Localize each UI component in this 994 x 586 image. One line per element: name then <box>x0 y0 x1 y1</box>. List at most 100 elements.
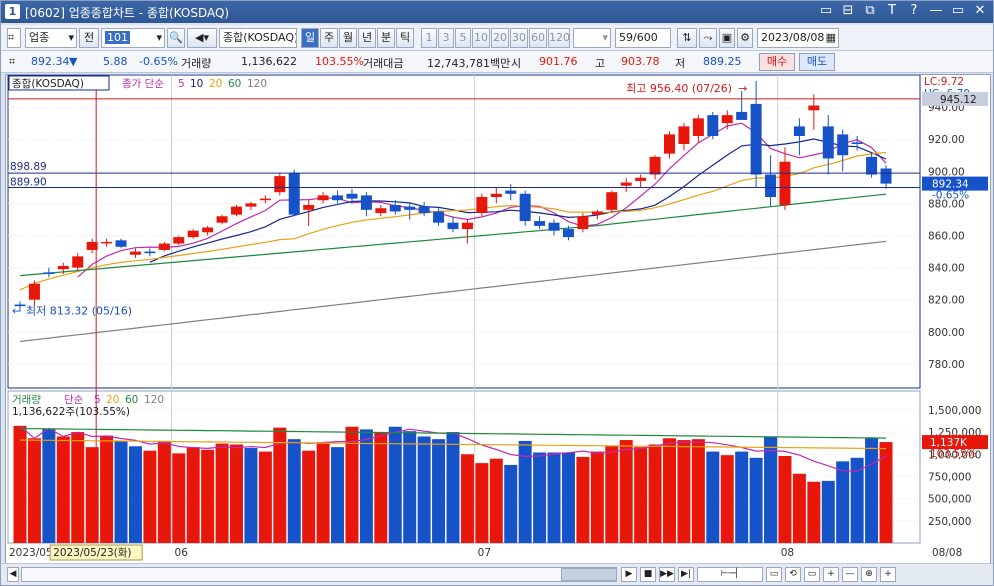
candle-body <box>375 208 387 214</box>
interval-button-30[interactable]: 30 <box>510 28 528 48</box>
screen-icon[interactable]: ▭ <box>804 567 820 582</box>
chart-area[interactable]: 780.00 800.00 820.00 840.00 860.00 880.00 900.… <box>5 74 991 564</box>
prev-button[interactable]: 전 <box>79 28 99 48</box>
volume-bar <box>432 439 446 543</box>
horizontal-scrollbar[interactable] <box>21 567 617 582</box>
gear-icon[interactable]: ⚙ <box>737 28 753 48</box>
restore-icon[interactable]: ▭ <box>819 3 833 18</box>
search-icon[interactable]: 🔍 <box>167 28 185 48</box>
fast-forward-icon[interactable]: ▶▶ <box>659 567 675 582</box>
interval-button-5[interactable]: 5 <box>455 28 471 48</box>
font-icon[interactable]: T <box>885 3 899 18</box>
amount-label: 거래대금 <box>363 57 404 70</box>
candle-body <box>692 118 704 136</box>
period-tab-3[interactable]: 년 <box>358 28 376 48</box>
interval-button-1[interactable]: 1 <box>421 28 437 48</box>
period-tab-5[interactable]: 틱 <box>396 28 414 48</box>
period-tab-0[interactable]: 일 <box>301 28 319 48</box>
x-start-label: 2023/05 <box>9 547 53 559</box>
volume-bar <box>533 452 547 543</box>
candle-body <box>346 193 358 199</box>
chevron-down-icon: ▾ <box>156 31 162 44</box>
interval-button-60[interactable]: 60 <box>529 28 547 48</box>
chart-tool-icon[interactable]: ⤳ <box>699 28 717 48</box>
candle-body <box>505 190 517 194</box>
minimize-panel-icon[interactable]: ⊟ <box>841 3 855 18</box>
refresh-icon[interactable]: ⟲ <box>785 567 801 582</box>
market-select[interactable]: 업종 ▾ <box>25 28 77 48</box>
count-input[interactable]: 59/600 <box>615 28 671 48</box>
link-icon[interactable]: ⌗ <box>9 55 15 69</box>
candle-body <box>274 176 286 193</box>
stop-icon[interactable]: ■ <box>640 567 656 582</box>
help-icon[interactable]: ? <box>907 3 921 18</box>
candle-body <box>866 156 878 175</box>
candle-body <box>115 240 127 247</box>
volume-ma-period-5: 5 <box>94 394 101 406</box>
low-value: 889.25 <box>703 55 742 68</box>
candle-body <box>577 216 589 230</box>
interval-select[interactable]: ▾ <box>573 28 611 48</box>
date-input[interactable]: 2023/08/08 ▦ <box>757 28 839 48</box>
price-panel-frame <box>7 74 921 389</box>
interval-button-120[interactable]: 120 <box>548 28 570 48</box>
chart-svg[interactable]: 780.00800.00820.00840.00860.00880.00900.… <box>6 74 990 563</box>
candle-body <box>808 105 820 111</box>
maximize-icon[interactable]: ▭ <box>951 3 965 18</box>
volume-bar <box>56 436 70 543</box>
volume-bar <box>258 451 272 543</box>
zoom-out-icon[interactable]: — <box>842 567 858 582</box>
interval-button-20[interactable]: 20 <box>491 28 509 48</box>
period-tab-4[interactable]: 분 <box>377 28 395 48</box>
candle-body <box>259 198 271 201</box>
candle-body <box>216 216 228 223</box>
interval-button-10[interactable]: 10 <box>472 28 490 48</box>
sell-button[interactable]: 매도 <box>799 53 835 71</box>
scrollbar-thumb[interactable] <box>561 568 617 581</box>
zoom-in-icon[interactable]: + <box>823 567 839 582</box>
crosshair-icon[interactable]: ⊕ <box>861 567 877 582</box>
volume-bar <box>143 450 157 543</box>
candle-body <box>620 182 632 186</box>
zoom-box-icon[interactable]: ▭ <box>766 567 782 582</box>
buy-button[interactable]: 매수 <box>759 53 795 71</box>
end-icon[interactable]: ▶| <box>678 567 694 582</box>
volume-bar <box>691 439 705 543</box>
volume-label: 거래량 <box>181 57 212 70</box>
candle-body <box>158 243 170 250</box>
close-icon[interactable]: ✕ <box>973 3 987 18</box>
candle-body <box>779 161 791 206</box>
volume-bar <box>561 452 575 543</box>
zoom-slider[interactable]: ⊢─┤ <box>697 567 763 582</box>
volume-bar <box>287 439 301 543</box>
link-icon[interactable]: ⌗ <box>7 28 21 48</box>
volume-bar <box>331 447 345 543</box>
period-tab-1[interactable]: 주 <box>320 28 338 48</box>
high-label: 고 <box>595 57 606 70</box>
title-bar[interactable]: 1 [0602] 업종종합차트 - 종합(KOSDAQ) ▭ ⊟ ⧉ T? — ▭ ✕ <box>1 1 993 23</box>
name-field: 종합(KOSDAQ) <box>219 28 297 48</box>
candle-body <box>851 142 863 145</box>
play-icon[interactable]: ▶ <box>621 567 637 582</box>
minimize-icon[interactable]: — <box>929 3 943 18</box>
candle-body <box>433 211 445 223</box>
volume-bar <box>71 432 85 543</box>
volume-bar <box>13 425 27 543</box>
candle-body <box>678 126 690 145</box>
x-end-label: 08/08 <box>932 547 962 559</box>
period-tab-2[interactable]: 월 <box>339 28 357 48</box>
tile-icon[interactable]: ⧉ <box>863 3 877 18</box>
volume-bar <box>547 452 561 543</box>
save-icon[interactable]: ▣ <box>719 28 735 48</box>
code-input[interactable]: 101 ▾ <box>101 28 165 48</box>
scroll-left-icon[interactable]: ◀ <box>7 567 19 582</box>
amount-value: 12,743,781백만 <box>427 57 511 70</box>
settings-arrows-icon[interactable]: ⇅ <box>677 28 697 48</box>
speaker-icon[interactable]: ◀▾ <box>187 28 217 48</box>
plus-icon[interactable]: + <box>880 567 896 582</box>
interval-button-3[interactable]: 3 <box>438 28 454 48</box>
candle-body <box>519 193 531 222</box>
volume-bar <box>677 440 691 543</box>
volume-ma-period-120: 120 <box>144 394 164 406</box>
candle-body <box>736 111 748 120</box>
